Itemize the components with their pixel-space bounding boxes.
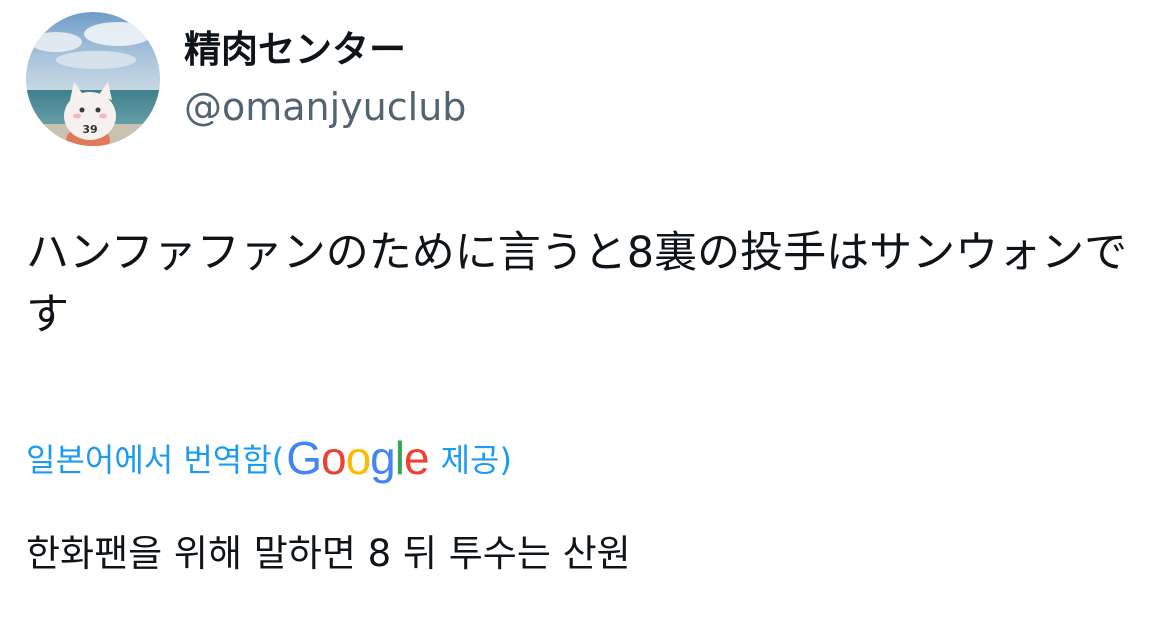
translation-label-prefix: 일본어에서 번역함( — [26, 441, 285, 479]
google-logo-letter: l — [394, 432, 405, 484]
translation-attribution[interactable]: 일본어에서 번역함( Google 제공) — [26, 432, 512, 484]
google-logo-letter: g — [370, 432, 396, 484]
tweet-text: ハンファファンのために言うと8裏の投手はサンウォンです — [26, 228, 1128, 340]
google-logo-letter: G — [286, 432, 322, 484]
translation-label-suffix: 제공) — [440, 441, 512, 479]
tweet-header: 39 精肉センター @omanjyuclub — [26, 12, 466, 146]
avatar-badge-number: 39 — [82, 123, 97, 136]
google-logo-letter: o — [320, 432, 347, 484]
google-logo-letter: o — [345, 432, 372, 484]
avatar-image: 39 — [26, 12, 160, 146]
author-names: 精肉センター @omanjyuclub — [184, 26, 466, 132]
google-logo-letter: e — [403, 432, 430, 484]
translated-text: 한화팬을 위해 말하면 8 뒤 투수는 산원 — [26, 532, 631, 575]
google-logo: Google — [286, 432, 430, 484]
author-avatar[interactable]: 39 — [26, 12, 160, 146]
author-handle[interactable]: @omanjyuclub — [184, 82, 466, 132]
author-display-name[interactable]: 精肉センター — [184, 26, 466, 74]
